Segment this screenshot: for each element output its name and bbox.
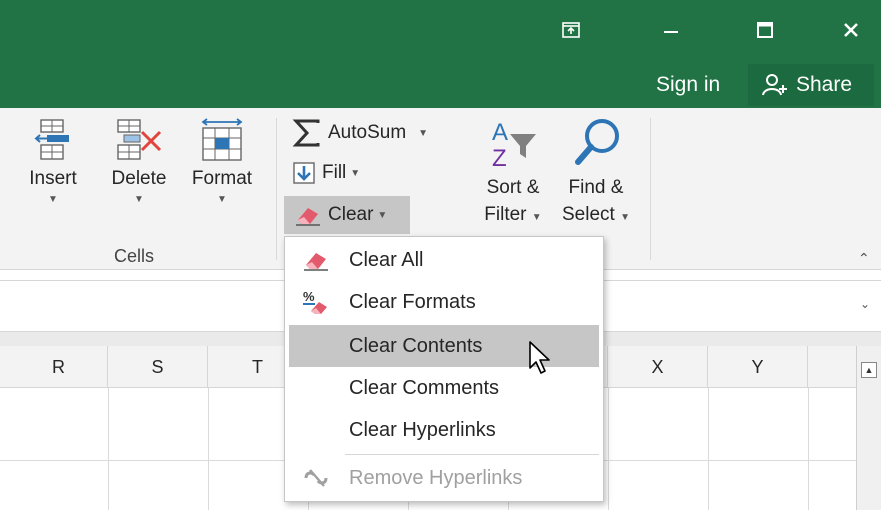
clear-formats-icon: % bbox=[303, 289, 327, 314]
chevron-down-icon: ▼ bbox=[418, 127, 429, 139]
grid-line bbox=[708, 388, 709, 510]
close-icon bbox=[844, 23, 858, 37]
chevron-down-icon: ⌄ bbox=[860, 297, 871, 311]
sort-filter-button[interactable]: A Z Sort & Filter ▼ bbox=[470, 116, 556, 231]
menu-item-clear-hyperlinks[interactable]: Clear Hyperlinks bbox=[289, 409, 599, 451]
eraser-icon bbox=[304, 253, 328, 271]
grid-line bbox=[208, 388, 209, 510]
find-label-line1: Find & bbox=[568, 177, 624, 198]
format-label: Format bbox=[191, 168, 253, 189]
delete-button[interactable]: Delete ▼ bbox=[104, 118, 174, 205]
fill-down-icon bbox=[293, 162, 315, 184]
format-cells-icon bbox=[201, 118, 243, 161]
svg-text:Z: Z bbox=[492, 145, 507, 170]
menu-item-label: Clear All bbox=[349, 248, 424, 271]
grid-line bbox=[808, 388, 809, 510]
format-button[interactable]: Format ▼ bbox=[180, 118, 264, 205]
group-separator bbox=[650, 118, 651, 260]
chevron-up-icon: ⌃ bbox=[858, 250, 870, 266]
title-bar: Sign in Share bbox=[0, 0, 881, 108]
broken-link-icon bbox=[304, 469, 328, 487]
share-label: Share bbox=[796, 73, 853, 96]
menu-separator bbox=[345, 454, 599, 455]
menu-item-label: Remove Hyperlinks bbox=[349, 466, 523, 489]
grid-line bbox=[108, 388, 109, 510]
delete-label: Delete bbox=[111, 168, 167, 189]
grid-line bbox=[608, 388, 609, 510]
svg-text:%: % bbox=[303, 289, 315, 304]
mouse-cursor-icon bbox=[529, 341, 550, 374]
cells-group-label: Cells bbox=[114, 246, 155, 266]
vertical-scrollbar[interactable]: ▲ bbox=[856, 346, 881, 510]
menu-item-clear-formats[interactable]: % Clear Formats bbox=[289, 281, 599, 323]
svg-text:A: A bbox=[492, 119, 508, 146]
fill-label: Fill bbox=[322, 162, 347, 183]
magnifier-icon bbox=[575, 119, 619, 165]
menu-item-remove-hyperlinks: Remove Hyperlinks bbox=[289, 457, 599, 499]
share-button[interactable]: Share bbox=[748, 64, 874, 106]
insert-cells-icon bbox=[34, 119, 69, 160]
sort-label-line1: Sort & bbox=[486, 177, 540, 198]
chevron-down-icon: ▼ bbox=[217, 194, 227, 205]
chevron-down-icon: ▼ bbox=[620, 212, 630, 223]
menu-item-label: Clear Comments bbox=[349, 376, 500, 399]
menu-item-label: Clear Hyperlinks bbox=[349, 418, 496, 441]
scroll-up-button[interactable]: ▲ bbox=[861, 362, 877, 378]
fill-button[interactable]: Fill ▼ bbox=[292, 158, 360, 188]
person-add-icon bbox=[762, 74, 787, 96]
maximize-icon bbox=[757, 22, 773, 38]
column-header-y[interactable]: Y bbox=[708, 346, 808, 388]
delete-cells-icon bbox=[117, 119, 162, 160]
minimize-button[interactable] bbox=[648, 8, 694, 52]
insert-button[interactable]: Insert ▼ bbox=[18, 118, 88, 205]
column-header-x[interactable]: X bbox=[608, 346, 708, 388]
clear-label: Clear bbox=[328, 204, 374, 225]
menu-item-label: Clear Formats bbox=[349, 290, 476, 313]
ribbon-display-options-icon bbox=[562, 22, 580, 38]
triangle-up-icon: ▲ bbox=[864, 365, 874, 375]
sort-filter-icon: A Z bbox=[492, 119, 536, 170]
column-header-r[interactable]: R bbox=[10, 346, 108, 388]
chevron-down-icon: ▼ bbox=[531, 212, 542, 223]
column-header-s[interactable]: S bbox=[108, 346, 208, 388]
maximize-button[interactable] bbox=[742, 8, 788, 52]
find-select-label: Find & Select ▼ bbox=[556, 174, 636, 231]
eraser-icon bbox=[296, 208, 320, 226]
close-button[interactable] bbox=[828, 8, 874, 52]
clear-dropdown-menu: Clear All % Clear Formats Clear Contents… bbox=[284, 236, 604, 502]
sort-filter-label: Sort & Filter ▼ bbox=[470, 174, 556, 231]
menu-item-label: Clear Contents bbox=[349, 334, 483, 357]
group-separator bbox=[276, 118, 277, 260]
sort-label-line2: Filter bbox=[484, 204, 527, 225]
menu-item-clear-all[interactable]: Clear All bbox=[289, 239, 599, 281]
autosum-label: AutoSum bbox=[328, 122, 407, 143]
ribbon-display-options-button[interactable] bbox=[548, 8, 594, 52]
collapse-ribbon-button[interactable]: ⌃ bbox=[858, 250, 870, 267]
clear-button[interactable]: Clear ▼ bbox=[284, 196, 410, 234]
chevron-down-icon: ▼ bbox=[377, 209, 388, 221]
minimize-icon bbox=[664, 31, 678, 33]
chevron-down-icon: ▼ bbox=[134, 194, 144, 205]
sigma-icon bbox=[292, 119, 320, 147]
expand-formula-bar-button[interactable]: ⌄ bbox=[860, 297, 870, 311]
sign-in-link[interactable]: Sign in bbox=[656, 70, 720, 100]
find-select-button[interactable]: Find & Select ▼ bbox=[556, 116, 636, 231]
insert-label: Insert bbox=[29, 168, 77, 189]
autosum-button[interactable]: AutoSum ▼ bbox=[292, 118, 428, 148]
chevron-down-icon: ▼ bbox=[350, 167, 361, 179]
find-label-line2: Select bbox=[562, 204, 615, 225]
chevron-down-icon: ▼ bbox=[48, 194, 58, 205]
